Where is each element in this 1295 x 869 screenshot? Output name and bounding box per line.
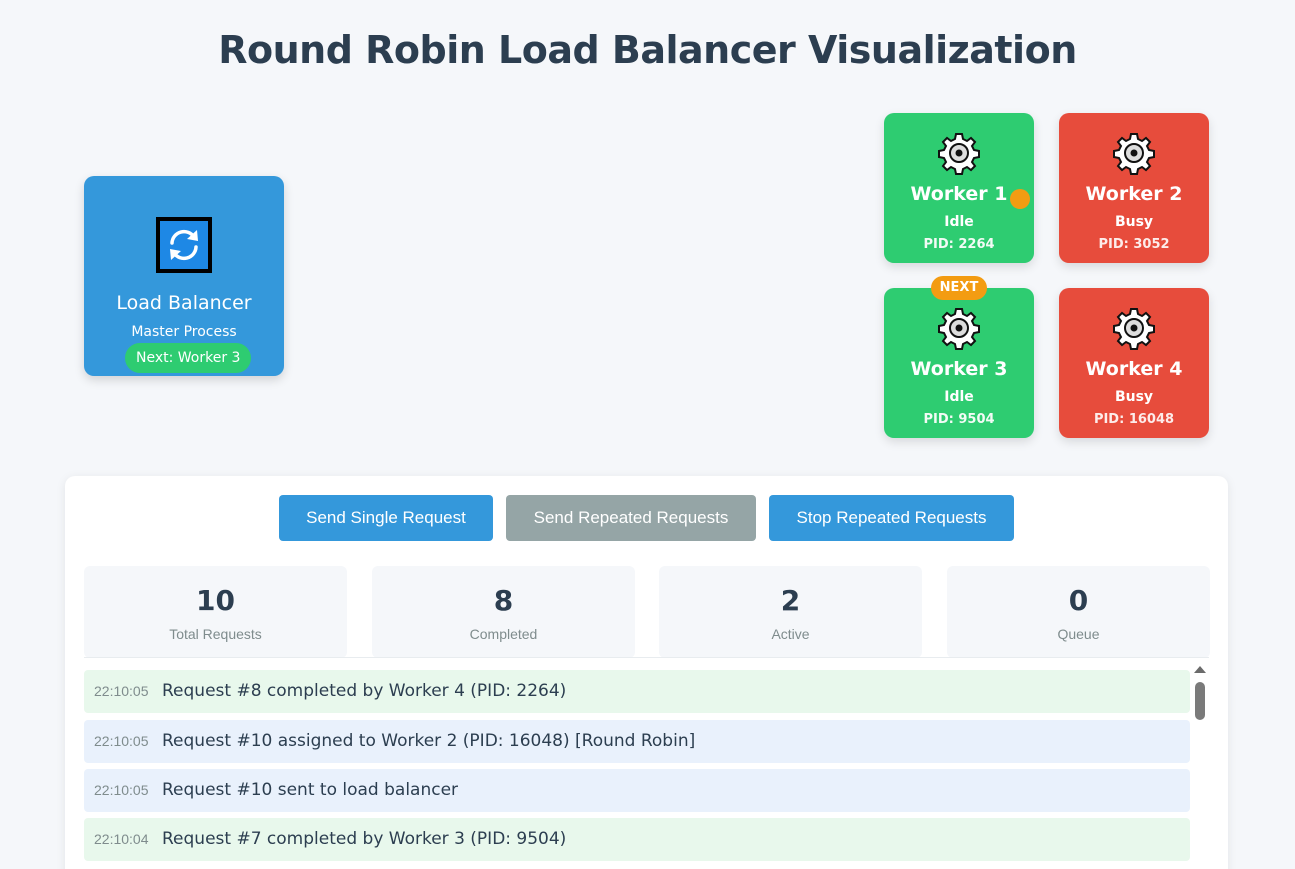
worker-pid: PID: 9504 <box>923 412 995 427</box>
worker-pid: PID: 16048 <box>1093 412 1175 427</box>
log-message: Request #7 completed by Worker 3 (PID: 9… <box>162 829 567 849</box>
log-entry: 22:10:04 Request #7 completed by Worker … <box>84 818 1190 861</box>
divider <box>84 657 1209 658</box>
stat-completed: 8 Completed <box>372 566 635 658</box>
gear-icon <box>938 133 980 175</box>
next-worker-badge: Next: Worker 3 <box>125 343 252 373</box>
worker-name: Worker 2 <box>1085 183 1183 205</box>
gear-icon <box>1113 133 1155 175</box>
log-entry: 22:10:05 Request #8 completed by Worker … <box>84 670 1190 713</box>
stat-value: 10 <box>196 584 235 617</box>
worker-card-4: Worker 4 Busy PID: 16048 <box>1059 288 1209 438</box>
log-message: Request #10 assigned to Worker 2 (PID: 1… <box>162 731 696 751</box>
request-log[interactable]: 22:10:05 Request #8 completed by Worker … <box>84 664 1210 869</box>
stat-total-requests: 10 Total Requests <box>84 566 347 658</box>
worker-name: Worker 4 <box>1085 358 1183 380</box>
worker-name: Worker 3 <box>910 358 1008 380</box>
stat-value: 8 <box>493 584 514 617</box>
worker-status: Idle <box>944 214 974 230</box>
control-panel: Send Single Request Send Repeated Reques… <box>65 476 1228 869</box>
stat-label: Completed <box>469 626 538 642</box>
log-message: Request #10 sent to load balancer <box>162 780 459 800</box>
stat-value: 2 <box>780 584 801 617</box>
gear-icon <box>938 308 980 350</box>
worker-card-1: Worker 1 Idle PID: 2264 <box>884 113 1034 263</box>
request-dot <box>1010 189 1030 209</box>
worker-card-2: Worker 2 Busy PID: 3052 <box>1059 113 1209 263</box>
scrollbar-thumb[interactable] <box>1195 682 1205 720</box>
worker-card-3: NEXT Worker 3 Idle PID: 9504 <box>884 276 1034 438</box>
stat-queue: 0 Queue <box>947 566 1210 658</box>
refresh-icon <box>156 217 212 273</box>
log-message: Request #8 completed by Worker 4 (PID: 2… <box>162 681 567 701</box>
load-balancer-subtitle: Master Process <box>131 324 237 340</box>
scroll-up-arrow-icon[interactable] <box>1194 666 1206 673</box>
gear-icon <box>1113 308 1155 350</box>
load-balancer-card: Load Balancer Master Process Next: Worke… <box>84 176 284 376</box>
log-time: 22:10:05 <box>94 683 149 699</box>
log-time: 22:10:05 <box>94 782 149 798</box>
stat-value: 0 <box>1068 584 1089 617</box>
worker-status: Busy <box>1114 389 1154 405</box>
worker-status: Busy <box>1114 214 1154 230</box>
stat-label: Queue <box>1057 626 1100 642</box>
load-balancer-title: Load Balancer <box>116 292 252 314</box>
page-title: Round Robin Load Balancer Visualization <box>218 28 1077 72</box>
worker-pid: PID: 3052 <box>1098 237 1170 252</box>
stat-active: 2 Active <box>659 566 922 658</box>
send-repeated-requests-button[interactable]: Send Repeated Requests <box>506 495 756 541</box>
log-time: 22:10:04 <box>94 831 149 847</box>
next-badge: NEXT <box>931 276 987 300</box>
worker-pid: PID: 2264 <box>923 237 995 252</box>
worker-status: Idle <box>944 389 974 405</box>
stop-repeated-requests-button[interactable]: Stop Repeated Requests <box>769 495 1014 541</box>
stat-label: Total Requests <box>169 626 262 642</box>
log-entry: 22:10:05 Request #10 assigned to Worker … <box>84 720 1190 763</box>
log-time: 22:10:05 <box>94 733 149 749</box>
log-entry: 22:10:05 Request #10 sent to load balanc… <box>84 769 1190 812</box>
stat-label: Active <box>771 626 810 642</box>
send-single-request-button[interactable]: Send Single Request <box>279 495 493 541</box>
